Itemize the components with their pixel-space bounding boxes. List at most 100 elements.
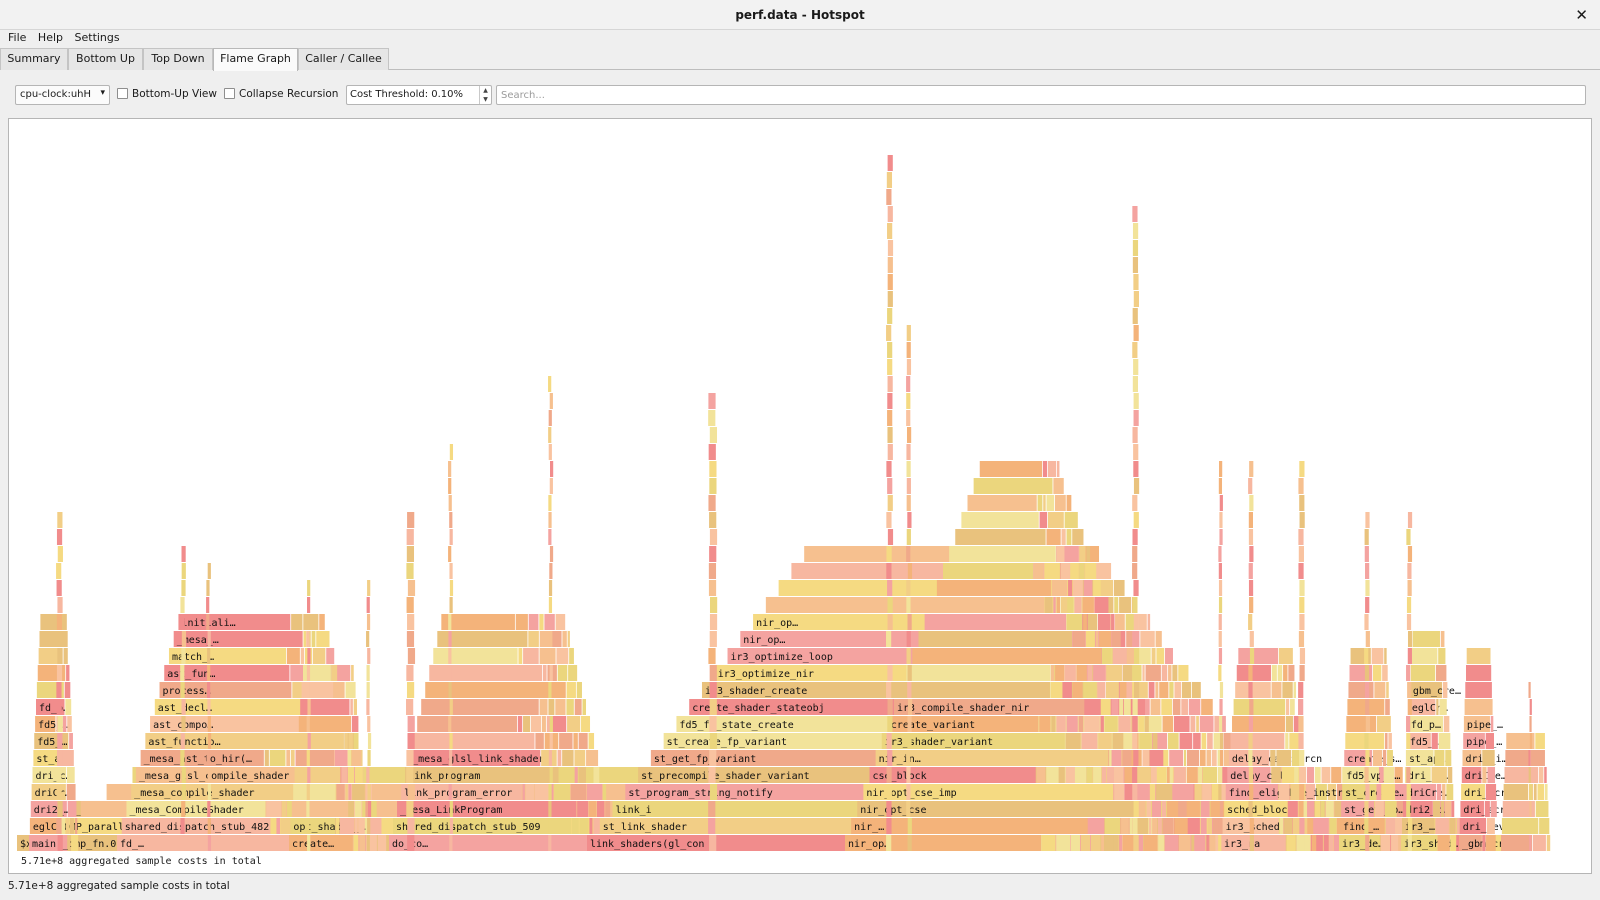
- flame-frame[interactable]: [1435, 818, 1449, 834]
- flame-frame-box[interactable]: [1132, 665, 1138, 681]
- flame-frame-box[interactable]: [586, 750, 599, 766]
- flame-frame-box[interactable]: [311, 631, 316, 647]
- flame-frame-box[interactable]: [1121, 818, 1129, 834]
- flame-frame[interactable]: [307, 597, 311, 613]
- flame-frame-box[interactable]: [1041, 835, 1056, 851]
- flame-frame-box[interactable]: [1099, 631, 1112, 647]
- flame-frame-box[interactable]: [586, 784, 603, 800]
- flame-frame[interactable]: [1188, 699, 1201, 715]
- flame-frame[interactable]: [1139, 733, 1152, 749]
- flame-frame[interactable]: [359, 835, 366, 851]
- flame-frame[interactable]: [306, 716, 310, 732]
- flame-frame-box[interactable]: [1149, 750, 1164, 766]
- flame-frame-box[interactable]: [1098, 733, 1112, 749]
- flame-frame-box[interactable]: [1063, 682, 1072, 698]
- flame-frame-box[interactable]: [1039, 512, 1048, 528]
- flame-frame-box[interactable]: [517, 716, 523, 732]
- flame-frame-box[interactable]: [1112, 750, 1122, 766]
- flame-frame[interactable]: [63, 648, 68, 664]
- flame-frame-box[interactable]: [449, 750, 453, 766]
- flame-frame[interactable]: [207, 767, 211, 783]
- flame-frame[interactable]: [1138, 835, 1144, 851]
- flame-frame-box[interactable]: [1446, 784, 1454, 800]
- flame-frame-box[interactable]: [1066, 495, 1072, 511]
- flame-frame[interactable]: [906, 427, 912, 443]
- flame-frame[interactable]: [1533, 784, 1537, 800]
- flame-frame[interactable]: [1407, 546, 1413, 562]
- flame-frame[interactable]: [1190, 716, 1196, 732]
- flame-frame-box[interactable]: [1087, 767, 1093, 783]
- flame-frame-box[interactable]: [1486, 818, 1495, 834]
- flame-frame[interactable]: ir3_de…: [1339, 835, 1384, 851]
- flame-frame-box[interactable]: [1174, 682, 1182, 698]
- flame-frame-box[interactable]: [1085, 563, 1097, 579]
- flame-frame[interactable]: [56, 767, 62, 783]
- flame-frame[interactable]: [1249, 818, 1254, 834]
- flame-frame[interactable]: [708, 393, 716, 409]
- flame-frame[interactable]: [351, 716, 359, 732]
- flame-frame[interactable]: [1101, 648, 1112, 664]
- flame-frame-box[interactable]: [566, 682, 576, 698]
- flame-frame-box[interactable]: [1438, 648, 1446, 664]
- flame-frame[interactable]: [555, 614, 566, 630]
- flame-frame-box[interactable]: [1248, 801, 1253, 817]
- flame-frame-box[interactable]: [57, 801, 63, 817]
- flame-frame-box[interactable]: [887, 478, 893, 494]
- flame-frame-box[interactable]: [1298, 529, 1304, 545]
- flame-frame-box[interactable]: [1178, 801, 1182, 817]
- flame-frame-box[interactable]: [1053, 478, 1064, 494]
- flame-frame[interactable]: [1248, 512, 1254, 528]
- flame-frame-box[interactable]: [1139, 733, 1152, 749]
- flame-frame-box[interactable]: [1384, 648, 1387, 664]
- flame-frame[interactable]: [549, 614, 554, 630]
- flame-frame-box[interactable]: [1156, 767, 1167, 783]
- flame-frame-box[interactable]: [1298, 478, 1304, 494]
- flame-frame[interactable]: [887, 427, 893, 443]
- flame-frame[interactable]: [1066, 716, 1078, 732]
- flame-frame[interactable]: [548, 495, 552, 511]
- flame-frame[interactable]: [207, 716, 211, 732]
- flame-frame-box[interactable]: [1434, 750, 1445, 766]
- flame-frame[interactable]: [1298, 733, 1304, 749]
- flame-frame[interactable]: [292, 682, 303, 698]
- flame-frame-box[interactable]: [886, 835, 892, 851]
- flame-frame[interactable]: [1209, 835, 1216, 851]
- flame-frame[interactable]: [1095, 563, 1112, 579]
- flame-frame[interactable]: [1132, 240, 1139, 256]
- flame-frame-box[interactable]: [1087, 614, 1098, 630]
- flame-frame[interactable]: [1407, 563, 1412, 579]
- flame-frame-box[interactable]: [887, 342, 893, 358]
- flame-frame[interactable]: [1444, 801, 1452, 817]
- flame-frame[interactable]: [1218, 563, 1222, 579]
- flame-frame[interactable]: [1084, 716, 1100, 732]
- flame-frame[interactable]: [312, 648, 326, 664]
- flame-frame-box[interactable]: [1166, 801, 1179, 817]
- flame-frame-box[interactable]: [353, 733, 359, 749]
- flame-frame[interactable]: [1218, 818, 1223, 834]
- flame-frame-box[interactable]: [1544, 767, 1547, 783]
- flame-frame-box[interactable]: [1271, 767, 1281, 783]
- flame-frame[interactable]: [541, 716, 546, 732]
- flame-frame-box[interactable]: [1450, 835, 1457, 851]
- flame-frame[interactable]: [306, 750, 310, 766]
- flame-frame-box[interactable]: [1111, 614, 1115, 630]
- flame-frame[interactable]: [906, 393, 911, 409]
- flame-frame-box[interactable]: [306, 784, 310, 800]
- flame-frame[interactable]: [1113, 767, 1124, 783]
- flame-frame[interactable]: [1285, 733, 1289, 749]
- flame-frame-box[interactable]: [1314, 767, 1321, 783]
- flame-frame-box[interactable]: [1431, 733, 1438, 749]
- flame-frame-box[interactable]: [586, 767, 593, 783]
- flame-frame[interactable]: [1434, 750, 1445, 766]
- flame-frame-box[interactable]: [1097, 682, 1106, 698]
- flame-frame[interactable]: [1050, 665, 1055, 681]
- flame-frame-box[interactable]: [578, 767, 587, 783]
- flame-frame-box[interactable]: [56, 784, 62, 800]
- flame-frame-box[interactable]: [709, 835, 717, 851]
- flame-frame[interactable]: [1201, 733, 1207, 749]
- flame-frame-box[interactable]: [534, 784, 549, 800]
- flame-frame-box[interactable]: [40, 614, 67, 630]
- flame-frame-box[interactable]: [62, 716, 67, 732]
- flame-frame[interactable]: [886, 563, 892, 579]
- flame-frame[interactable]: [907, 512, 912, 528]
